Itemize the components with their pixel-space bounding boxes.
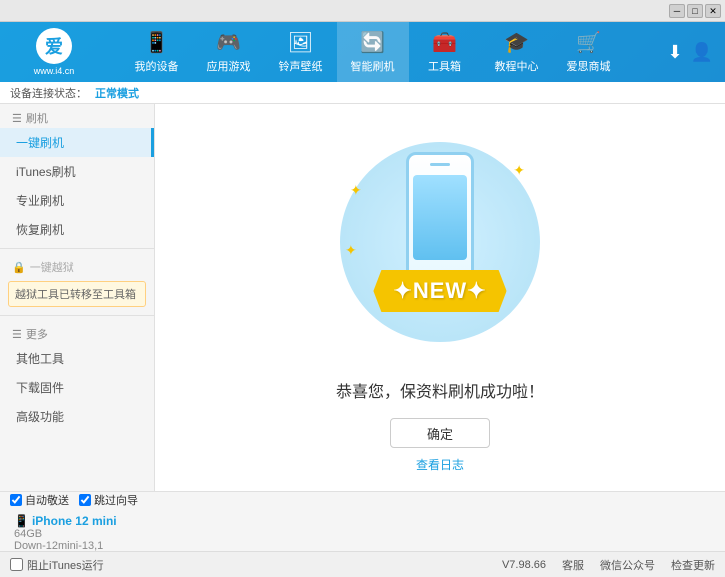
- update-link[interactable]: 检查更新: [671, 557, 715, 573]
- jailbreak-section-label: 🔒 一键越狱: [0, 253, 154, 277]
- auto-send-label: 自动敬送: [25, 492, 69, 508]
- phone-shape: [406, 152, 474, 282]
- sidebar-itunes-flash[interactable]: iTunes刷机: [0, 157, 154, 186]
- status-label: 设备连接状态：: [10, 85, 87, 101]
- download-header-icon[interactable]: ⬇: [667, 42, 682, 63]
- skip-wizard-checkbox[interactable]: [79, 494, 91, 506]
- header: 爱 www.i4.cn 📱 我的设备 🎮 应用游戏 🖼 铃声壁纸 🔄 智能刷机 …: [0, 22, 725, 82]
- sparkle-2: ✦: [513, 162, 525, 179]
- sparkle-1: ✦: [350, 182, 362, 199]
- nav-apps[interactable]: 🎮 应用游戏: [193, 22, 265, 82]
- user-header-icon[interactable]: 👤: [691, 42, 713, 63]
- store-icon: 🛒: [576, 30, 601, 55]
- nav-smart-flash-label: 智能刷机: [351, 58, 395, 74]
- phone-illustration: ✦ ✦ ✦ ✦NEW✦: [330, 122, 550, 362]
- nav-store-label: 爱思商城: [567, 58, 611, 74]
- main-layout: ☰ 刷机 一键刷机 iTunes刷机 专业刷机 恢复刷机 🔒 一键越狱 越狱工具…: [0, 104, 725, 491]
- nav-smart-flash[interactable]: 🔄 智能刷机: [337, 22, 409, 82]
- jailbreak-warning: 越狱工具已转移至工具箱: [8, 281, 146, 307]
- device-name: 📱 iPhone 12 mini: [14, 514, 117, 528]
- sidebar-restore-flash[interactable]: 恢复刷机: [0, 215, 154, 244]
- phone-screen: [413, 175, 467, 260]
- logo-icon: 爱: [36, 28, 72, 64]
- skip-wizard-checkbox-container[interactable]: 跳过向导: [79, 492, 138, 508]
- sparkle-3: ✦: [345, 242, 357, 259]
- bottom-bar: 阻止iTunes运行 V7.98.66 客服 微信公众号 检查更新: [0, 551, 725, 577]
- status-bar: 设备连接状态： 正常模式: [0, 82, 725, 104]
- smart-flash-icon: 🔄: [360, 30, 385, 55]
- wechat-link[interactable]: 微信公众号: [600, 557, 655, 573]
- logo-area: 爱 www.i4.cn: [0, 28, 100, 76]
- view-log-link[interactable]: 查看日志: [416, 456, 464, 473]
- sidebar-one-click-flash[interactable]: 一键刷机: [0, 128, 154, 157]
- bottom-right: V7.98.66 客服 微信公众号 检查更新: [502, 557, 715, 573]
- logo-url: www.i4.cn: [34, 66, 75, 76]
- itunes-label: 阻止iTunes运行: [27, 557, 104, 573]
- nav-apps-label: 应用游戏: [207, 58, 251, 74]
- toolbox-icon: 🧰: [432, 30, 457, 55]
- nav-wallpaper-label: 铃声壁纸: [279, 58, 323, 74]
- window-controls[interactable]: ─ □ ✕: [669, 4, 721, 18]
- sidebar-download-firmware[interactable]: 下载固件: [0, 373, 154, 402]
- confirm-button[interactable]: 确定: [390, 418, 490, 448]
- tutorial-icon: 🎓: [504, 30, 529, 55]
- success-text: 恭喜您，保资料刷机成功啦！: [336, 378, 544, 402]
- nav-my-device-label: 我的设备: [135, 58, 179, 74]
- nav-toolbox-label: 工具箱: [428, 58, 461, 74]
- sidebar-advanced[interactable]: 高级功能: [0, 402, 154, 431]
- itunes-toggle[interactable]: 阻止iTunes运行: [10, 557, 104, 573]
- close-button[interactable]: ✕: [705, 4, 721, 18]
- maximize-button[interactable]: □: [687, 4, 703, 18]
- device-status-bar: 自动敬送 跳过向导 📱 iPhone 12 mini 64GB Down-12m…: [0, 491, 725, 551]
- more-section-label: ☰ 更多: [0, 320, 154, 344]
- sidebar: ☰ 刷机 一键刷机 iTunes刷机 专业刷机 恢复刷机 🔒 一键越狱 越狱工具…: [0, 104, 155, 491]
- nav-wallpaper[interactable]: 🖼 铃声壁纸: [265, 22, 337, 82]
- skip-wizard-label: 跳过向导: [94, 492, 138, 508]
- header-right: ⬇ 👤: [645, 42, 725, 63]
- sidebar-divider-1: [0, 248, 154, 249]
- content-area: ✦ ✦ ✦ ✦NEW✦ 恭喜您，保资料刷机成功啦！ 确定 查看日志: [155, 104, 725, 491]
- more-icon: ☰: [12, 328, 22, 341]
- sidebar-other-tools[interactable]: 其他工具: [0, 344, 154, 373]
- apps-icon: 🎮: [216, 30, 241, 55]
- lock-icon: 🔒: [12, 261, 26, 274]
- nav-tutorial-label: 教程中心: [495, 58, 539, 74]
- device-icon: 📱: [14, 514, 29, 528]
- auto-send-checkbox-container[interactable]: 自动敬送: [10, 492, 69, 508]
- version-label: V7.98.66: [502, 559, 546, 571]
- new-ribbon: ✦NEW✦: [373, 270, 506, 312]
- flash-section-icon: ☰: [12, 112, 22, 125]
- nav-toolbox[interactable]: 🧰 工具箱: [409, 22, 481, 82]
- sidebar-pro-flash[interactable]: 专业刷机: [0, 186, 154, 215]
- itunes-checkbox[interactable]: [10, 558, 23, 571]
- wallpaper-icon: 🖼: [288, 30, 313, 55]
- ribbon-text: ✦NEW✦: [373, 270, 506, 312]
- device-info: 📱 iPhone 12 mini 64GB Down-12mini-13,1: [14, 514, 117, 552]
- title-bar: ─ □ ✕: [0, 0, 725, 22]
- nav-tutorial[interactable]: 🎓 教程中心: [481, 22, 553, 82]
- nav-store[interactable]: 🛒 爱思商城: [553, 22, 625, 82]
- my-device-icon: 📱: [144, 30, 169, 55]
- support-link[interactable]: 客服: [562, 557, 584, 573]
- device-storage: 64GB: [14, 528, 117, 540]
- sidebar-divider-2: [0, 315, 154, 316]
- minimize-button[interactable]: ─: [669, 4, 685, 18]
- device-model: Down-12mini-13,1: [14, 540, 117, 552]
- auto-send-checkbox[interactable]: [10, 494, 22, 506]
- nav-bar: 📱 我的设备 🎮 应用游戏 🖼 铃声壁纸 🔄 智能刷机 🧰 工具箱 🎓 教程中心…: [100, 22, 645, 82]
- flash-section-label: ☰ 刷机: [0, 104, 154, 128]
- status-value: 正常模式: [95, 85, 139, 101]
- nav-my-device[interactable]: 📱 我的设备: [121, 22, 193, 82]
